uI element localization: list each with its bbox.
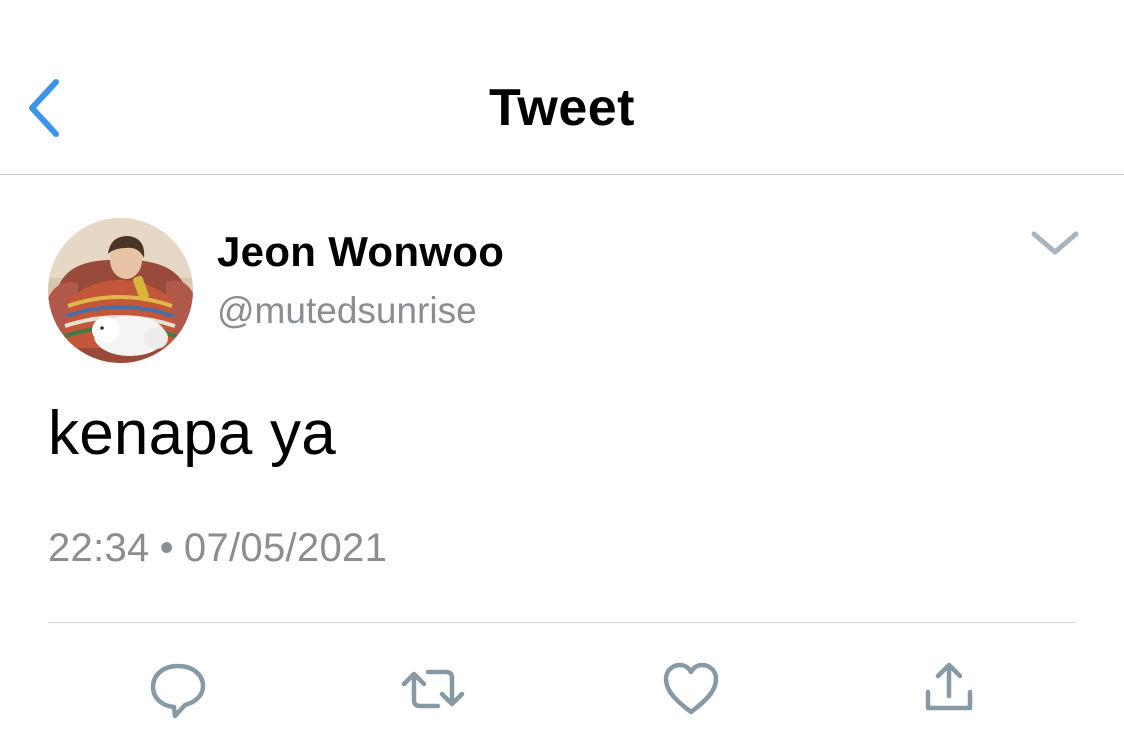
author-name[interactable]: Jeon Wonwoo: [217, 228, 504, 276]
author-handle[interactable]: @mutedsunrise: [217, 290, 477, 332]
reply-icon: [150, 663, 206, 719]
header-divider: [0, 174, 1124, 175]
page-title: Tweet: [488, 79, 635, 137]
timestamp-separator: •: [159, 526, 174, 570]
avatar-image: [48, 218, 193, 363]
share-icon: [925, 662, 973, 711]
reply-button[interactable]: [145, 656, 211, 722]
chevron-down-icon: [1031, 231, 1079, 255]
tweet-text: kenapa ya: [48, 399, 336, 468]
retweet-button[interactable]: [400, 656, 466, 722]
top-nav-bar: Tweet: [0, 0, 1124, 174]
avatar[interactable]: [48, 218, 193, 363]
content-divider: [48, 622, 1076, 623]
tweet-timestamp: 22:34 • 07/05/2021: [48, 526, 387, 571]
tweet-date: 07/05/2021: [183, 526, 388, 570]
like-button[interactable]: [658, 656, 724, 722]
tweet-options-button[interactable]: [1028, 222, 1082, 266]
heart-icon: [663, 662, 719, 715]
retweet-icon: [401, 669, 465, 709]
share-button[interactable]: [916, 656, 982, 722]
tweet-time: 22:34: [48, 526, 150, 570]
